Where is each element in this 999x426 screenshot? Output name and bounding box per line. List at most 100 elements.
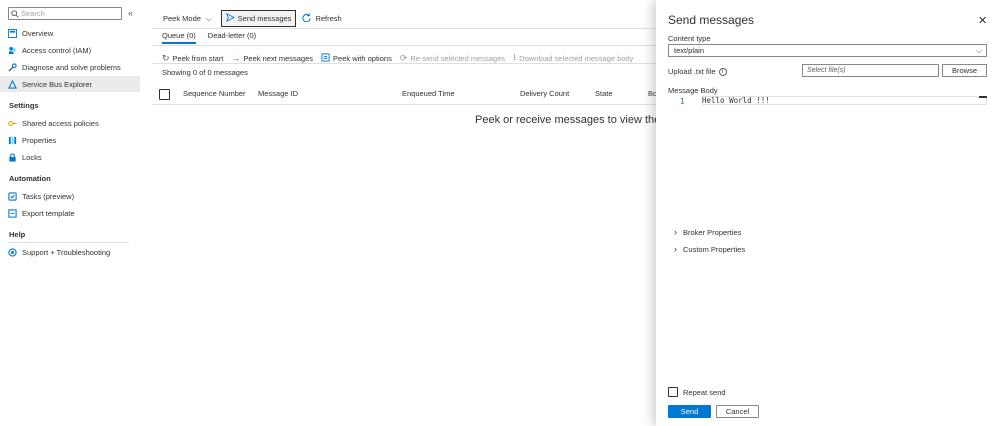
search-icon (9, 9, 21, 18)
nav-item-label: Locks (22, 152, 42, 162)
lock-icon (8, 152, 22, 162)
message-count: Showing 0 of 0 messages (162, 68, 248, 77)
broker-properties-label: Broker Properties (683, 227, 742, 237)
refresh-icon (302, 13, 312, 24)
send-icon (225, 12, 235, 24)
search-placeholder: Search (21, 9, 45, 18)
arrow-right-icon: → (231, 53, 241, 63)
tab-deadletter[interactable]: Dead-letter (0) (208, 31, 256, 44)
browse-button[interactable]: Browse (942, 64, 987, 77)
info-icon[interactable]: i (718, 68, 727, 77)
custom-properties-label: Custom Properties (683, 244, 746, 254)
overview-icon (8, 28, 22, 38)
tasks-icon (8, 191, 22, 201)
nav-item-label: Shared access policies (22, 118, 99, 128)
peek-next-button[interactable]: → Peek next messages (231, 53, 313, 63)
message-body-editor[interactable]: 1 Hello World !!! (668, 96, 987, 216)
left-nav: Search « Overview Access control (IAM) D… (0, 0, 140, 426)
nav-item-label: Tasks (preview) (22, 191, 75, 201)
divider (8, 242, 129, 243)
nav-item-export-template[interactable]: Export template (0, 205, 140, 221)
nav-item-label: Access control (IAM) (22, 45, 92, 55)
nav-item-iam[interactable]: Access control (IAM) (0, 42, 140, 58)
settings-header: Settings (9, 101, 39, 110)
wrench-icon (8, 62, 22, 72)
nav-item-label: Diagnose and solve problems (22, 62, 121, 72)
tab-queue[interactable]: Queue (0) (162, 31, 196, 44)
close-icon[interactable]: ✕ (978, 14, 987, 27)
nav-item-tasks[interactable]: Tasks (preview) (0, 188, 140, 204)
nav-item-locks[interactable]: Locks (0, 149, 140, 165)
editor-line[interactable]: Hello World !!! (702, 96, 987, 105)
nav-item-properties[interactable]: Properties (0, 132, 140, 148)
nav-item-diagnose[interactable]: Diagnose and solve problems (0, 59, 140, 75)
refresh-label: Refresh (315, 14, 342, 23)
select-all-checkbox[interactable] (159, 89, 170, 100)
chevron-down-icon: ⌵ (975, 46, 982, 55)
nav-item-shared-access-policies[interactable]: Shared access policies (0, 115, 140, 131)
peek-start-label: Peek from start (172, 53, 224, 63)
message-body-label: Message Body (668, 86, 718, 95)
column-header[interactable]: State (595, 89, 613, 98)
peek-with-options-button[interactable]: Peek with options (321, 52, 392, 64)
send-messages-panel: Send messages ✕ Content type text/plain … (656, 0, 999, 426)
repeat-send-row: Repeat send (668, 387, 726, 397)
nav-item-label: Export template (22, 208, 75, 218)
chevron-right-icon: › (674, 244, 677, 254)
search-input[interactable]: Search (8, 7, 122, 20)
content-type-dropdown[interactable]: text/plain ⌵ (668, 44, 987, 57)
file-input[interactable]: Select file(s) (802, 64, 939, 77)
content-type-label: Content type (668, 34, 711, 43)
upload-label-row: Upload .txt file i (668, 67, 727, 77)
repeat-send-checkbox[interactable] (668, 387, 678, 397)
send-messages-label: Send messages (237, 14, 292, 23)
divider (152, 45, 656, 46)
help-icon (8, 247, 22, 257)
custom-properties-expander[interactable]: › Custom Properties (674, 244, 745, 254)
divider (152, 104, 656, 105)
column-header[interactable]: Enqueued Time (402, 89, 455, 98)
options-icon (321, 52, 330, 64)
resend-icon: ⟳ (399, 52, 408, 63)
send-button[interactable]: Send (668, 405, 711, 418)
nav-item-label: Properties (22, 135, 57, 145)
automation-header: Automation (9, 174, 51, 183)
column-header[interactable]: Message ID (258, 89, 298, 98)
divider (152, 63, 656, 64)
queue-tabs: Queue (0) Dead-letter (0) (162, 31, 256, 44)
key-icon (8, 119, 22, 128)
empty-state-message: Peek or receive messages to view them he (475, 114, 685, 126)
nav-item-label: Support + Troubleshooting (22, 247, 111, 257)
peek-from-start-button[interactable]: ↻ Peek from start (162, 53, 223, 64)
divider (152, 28, 656, 29)
upload-label: Upload .txt file (668, 67, 716, 76)
column-header[interactable]: Delivery Count (520, 89, 569, 98)
cancel-button[interactable]: Cancel (716, 405, 759, 418)
repeat-send-label: Repeat send (683, 387, 726, 397)
nav-item-label: Service Bus Explorer (22, 79, 93, 89)
refresh-button[interactable]: Refresh (302, 13, 342, 24)
column-header[interactable]: Sequence Number (183, 89, 246, 98)
peek-start-icon: ↻ (162, 52, 170, 63)
properties-icon (8, 136, 22, 145)
panel-title: Send messages (668, 13, 755, 27)
send-messages-button[interactable]: Send messages (220, 10, 297, 27)
iam-icon (8, 46, 22, 55)
peek-mode-dropdown[interactable]: Peek Mode ⌵ (160, 14, 215, 24)
peek-options-label: Peek with options (333, 53, 392, 63)
nav-item-support[interactable]: Support + Troubleshooting (0, 244, 140, 260)
file-placeholder: Select file(s) (807, 67, 846, 74)
resend-button[interactable]: ⟳ Re-send selected messages (400, 53, 505, 64)
messages-grid-header: Sequence Number Message ID Enqueued Time… (157, 86, 657, 103)
peek-next-label: Peek next messages (243, 53, 314, 63)
peek-mode-label: Peek Mode (163, 14, 201, 23)
chevron-right-icon: › (674, 227, 677, 237)
content-type-value: text/plain (674, 46, 705, 55)
collapse-nav-icon[interactable]: « (128, 8, 133, 18)
export-icon (8, 208, 22, 218)
help-header: Help (9, 230, 26, 239)
broker-properties-expander[interactable]: › Broker Properties (674, 227, 741, 237)
nav-item-overview[interactable]: Overview (0, 25, 140, 41)
editor-scrollbar[interactable] (979, 96, 987, 98)
nav-item-service-bus-explorer[interactable]: Service Bus Explorer (0, 76, 140, 92)
